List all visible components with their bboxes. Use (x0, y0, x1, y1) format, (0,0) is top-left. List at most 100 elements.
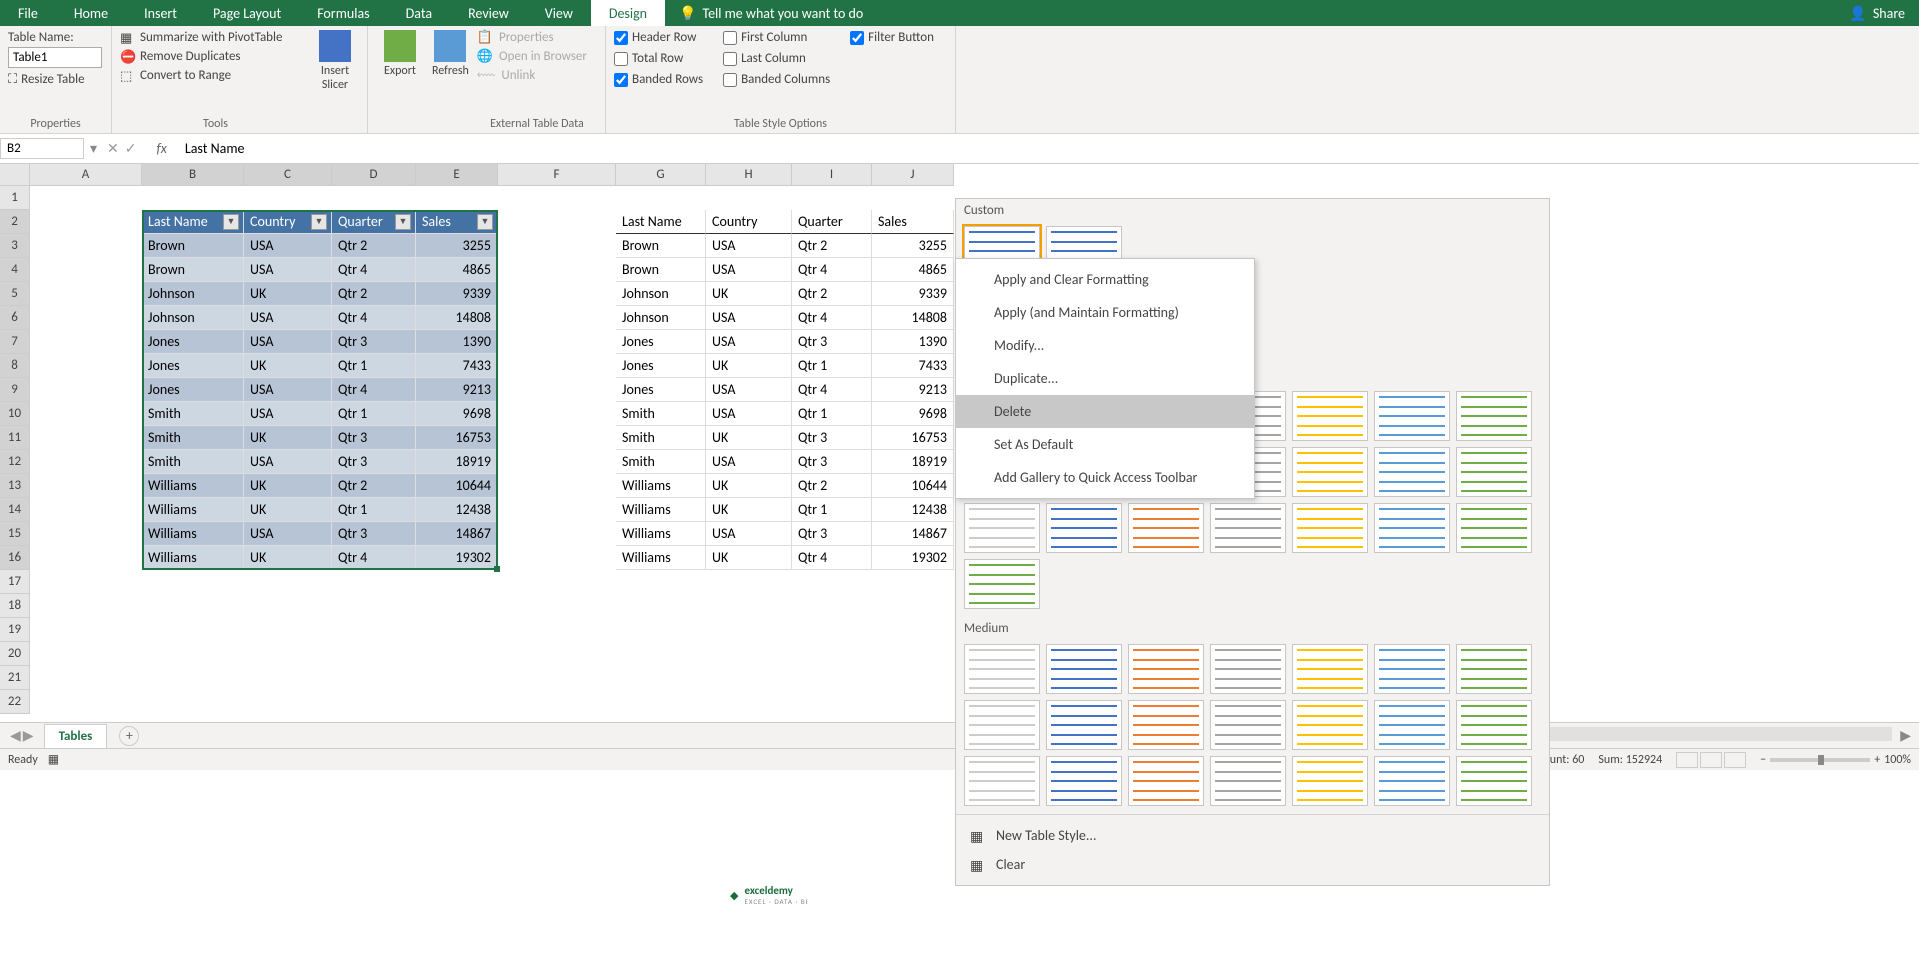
enter-icon[interactable]: ✓ (125, 140, 137, 157)
last-col-check[interactable]: Last Column (723, 51, 830, 66)
cell-D6[interactable]: Qtr 4 (332, 306, 416, 330)
cell-D7[interactable]: Qtr 3 (332, 330, 416, 354)
unlink-button[interactable]: ⬳Unlink (477, 68, 597, 83)
cell-E12[interactable]: 18919 (416, 450, 498, 474)
cell-I13[interactable]: Qtr 2 (792, 474, 872, 498)
cell-I12[interactable]: Qtr 3 (792, 450, 872, 474)
cell-J9[interactable]: 9213 (872, 378, 954, 402)
cell-J13[interactable]: 10644 (872, 474, 954, 498)
ctx-delete[interactable]: Delete (956, 395, 1254, 428)
cell-C4[interactable]: USA (244, 258, 332, 282)
row-header-19[interactable]: 19 (0, 618, 30, 642)
ctx-duplicate[interactable]: Duplicate... (956, 362, 1254, 395)
style-thumb[interactable] (1128, 700, 1204, 750)
sheet-tab-tables[interactable]: Tables (44, 724, 108, 748)
cell-D13[interactable]: Qtr 2 (332, 474, 416, 498)
cell-D10[interactable]: Qtr 1 (332, 402, 416, 426)
ctx-apply-clear[interactable]: Apply and Clear Formatting (956, 263, 1254, 296)
row-header-10[interactable]: 10 (0, 402, 30, 426)
row-header-5[interactable]: 5 (0, 282, 30, 306)
cell-G3[interactable]: Brown (616, 234, 706, 258)
header-row-check[interactable]: Header Row (614, 30, 703, 45)
style-thumb[interactable] (964, 559, 1040, 609)
hscroll-right-icon[interactable]: ▶ (1900, 727, 1911, 744)
row-header-9[interactable]: 9 (0, 378, 30, 402)
insert-slicer-button[interactable]: Insert Slicer (311, 30, 359, 131)
cell-B11[interactable]: Smith (142, 426, 244, 450)
tab-formulas[interactable]: Formulas (299, 0, 387, 26)
cell-E10[interactable]: 9698 (416, 402, 498, 426)
cell-E6[interactable]: 14808 (416, 306, 498, 330)
cell-J14[interactable]: 12438 (872, 498, 954, 522)
cell-C3[interactable]: USA (244, 234, 332, 258)
style-thumb[interactable] (1374, 700, 1450, 750)
cell-I11[interactable]: Qtr 3 (792, 426, 872, 450)
cell-J15[interactable]: 14867 (872, 522, 954, 546)
cell-C11[interactable]: UK (244, 426, 332, 450)
cell-D4[interactable]: Qtr 4 (332, 258, 416, 282)
style-thumb[interactable] (1046, 756, 1122, 806)
cell-G2[interactable]: Last Name (616, 210, 706, 234)
style-thumb[interactable] (1456, 503, 1532, 553)
cell-B14[interactable]: Williams (142, 498, 244, 522)
style-thumb[interactable] (1210, 700, 1286, 750)
cell-H6[interactable]: USA (706, 306, 792, 330)
tab-file[interactable]: File (0, 0, 56, 26)
cell-G8[interactable]: Jones (616, 354, 706, 378)
remove-duplicates-button[interactable]: ⛔Remove Duplicates (120, 49, 311, 64)
formula-text[interactable]: Last Name (177, 140, 253, 157)
filter-dropdown-icon[interactable]: ▼ (311, 214, 327, 230)
cell-E13[interactable]: 10644 (416, 474, 498, 498)
refresh-button[interactable]: Refresh (424, 30, 477, 131)
col-header-I[interactable]: I (792, 164, 872, 186)
filter-dropdown-icon[interactable]: ▼ (395, 214, 411, 230)
cell-B16[interactable]: Williams (142, 546, 244, 570)
style-thumb[interactable] (1210, 756, 1286, 806)
style-thumb[interactable] (1210, 503, 1286, 553)
cell-C12[interactable]: USA (244, 450, 332, 474)
cell-D11[interactable]: Qtr 3 (332, 426, 416, 450)
cell-C13[interactable]: UK (244, 474, 332, 498)
cell-J8[interactable]: 7433 (872, 354, 954, 378)
tab-view[interactable]: View (527, 0, 591, 26)
cell-B2[interactable]: Last Name▼ (142, 210, 244, 234)
cancel-icon[interactable]: ✕ (107, 140, 119, 157)
row-header-3[interactable]: 3 (0, 234, 30, 258)
style-thumb[interactable] (1128, 756, 1204, 806)
row-header-17[interactable]: 17 (0, 570, 30, 594)
row-header-15[interactable]: 15 (0, 522, 30, 546)
cell-B7[interactable]: Jones (142, 330, 244, 354)
cell-E4[interactable]: 4865 (416, 258, 498, 282)
properties-button[interactable]: 📋Properties (477, 30, 597, 45)
table-name-input[interactable] (8, 47, 102, 68)
style-thumb[interactable] (1292, 756, 1368, 806)
new-table-style-button[interactable]: ▦New Table Style... (956, 821, 1549, 850)
cell-B3[interactable]: Brown (142, 234, 244, 258)
convert-range-button[interactable]: ⬚Convert to Range (120, 68, 311, 83)
row-header-12[interactable]: 12 (0, 450, 30, 474)
cell-I4[interactable]: Qtr 4 (792, 258, 872, 282)
open-browser-button[interactable]: 🌐Open in Browser (477, 49, 597, 64)
view-pagebreak-button[interactable] (1724, 752, 1746, 768)
style-thumb[interactable] (1046, 644, 1122, 694)
cell-E9[interactable]: 9213 (416, 378, 498, 402)
cell-B6[interactable]: Johnson (142, 306, 244, 330)
style-thumb[interactable] (964, 644, 1040, 694)
cell-B15[interactable]: Williams (142, 522, 244, 546)
cell-J2[interactable]: Sales (872, 210, 954, 234)
cell-G12[interactable]: Smith (616, 450, 706, 474)
cell-E7[interactable]: 1390 (416, 330, 498, 354)
cell-I5[interactable]: Qtr 2 (792, 282, 872, 306)
style-thumb[interactable] (1128, 644, 1204, 694)
filter-button-check[interactable]: Filter Button (850, 30, 934, 45)
cell-G4[interactable]: Brown (616, 258, 706, 282)
cell-D2[interactable]: Quarter▼ (332, 210, 416, 234)
cell-C14[interactable]: UK (244, 498, 332, 522)
cell-I14[interactable]: Qtr 1 (792, 498, 872, 522)
cell-E11[interactable]: 16753 (416, 426, 498, 450)
cell-E3[interactable]: 3255 (416, 234, 498, 258)
cell-G5[interactable]: Johnson (616, 282, 706, 306)
macro-icon[interactable]: ▦ (48, 752, 59, 767)
tab-review[interactable]: Review (450, 0, 527, 26)
style-thumb[interactable] (1456, 391, 1532, 441)
